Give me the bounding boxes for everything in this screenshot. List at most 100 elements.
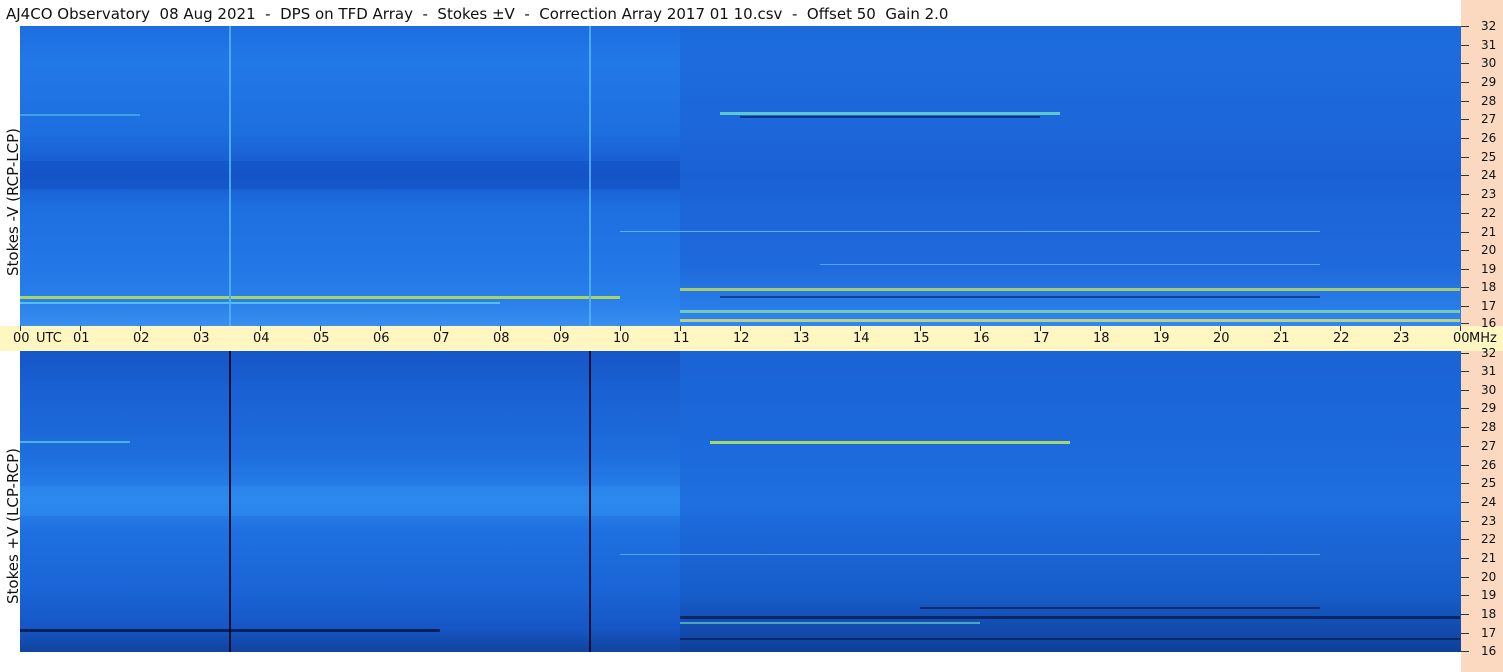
time-label-09: 09 [553, 331, 570, 346]
time-label-11: 11 [673, 331, 690, 346]
top-frequency-axis: 32 31 30 29 28 27 26 25 24 23 22 21 20 1… [1461, 0, 1503, 330]
time-tick [860, 326, 861, 331]
time-label-10: 10 [613, 331, 630, 346]
freq-tick [1461, 353, 1469, 354]
freq-tick [1461, 157, 1469, 158]
time-tick [1400, 326, 1401, 331]
freq-tick [1461, 323, 1469, 324]
time-tick [1460, 326, 1461, 331]
time-tick [680, 326, 681, 331]
freq-tick [1461, 119, 1469, 120]
freq-tick [1461, 175, 1469, 176]
freq-label: 16 [1481, 316, 1497, 330]
time-tick [20, 326, 21, 331]
freq-label: 24 [1481, 168, 1497, 182]
time-label-17: 17 [1033, 331, 1050, 346]
time-tick [1340, 326, 1341, 331]
freq-label: 19 [1481, 588, 1497, 602]
time-label-23: 23 [1393, 331, 1410, 346]
time-tick [440, 326, 441, 331]
freq-label: 29 [1481, 75, 1497, 89]
freq-tick [1461, 465, 1469, 466]
time-tick [80, 326, 81, 331]
window-title: AJ4CO Observatory 08 Aug 2021 - DPS on T… [6, 5, 949, 23]
freq-tick [1461, 287, 1469, 288]
time-tick [500, 326, 501, 331]
freq-label: 30 [1481, 56, 1497, 70]
freq-label: 22 [1481, 532, 1497, 546]
freq-tick [1461, 558, 1469, 559]
freq-label: 28 [1481, 420, 1497, 434]
freq-tick [1461, 306, 1469, 307]
time-tick [200, 326, 201, 331]
time-tick [980, 326, 981, 331]
top-spectrogram [20, 26, 1461, 326]
freq-tick [1461, 63, 1469, 64]
freq-tick [1461, 371, 1469, 372]
freq-label: 27 [1481, 439, 1497, 453]
freq-label: 26 [1481, 131, 1497, 145]
time-tick [140, 326, 141, 331]
freq-tick [1461, 595, 1469, 596]
freq-label: 23 [1481, 187, 1497, 201]
freq-tick [1461, 194, 1469, 195]
freq-tick [1461, 101, 1469, 102]
time-tick [1160, 326, 1161, 331]
time-label-21: 21 [1273, 331, 1290, 346]
freq-label: 21 [1481, 225, 1497, 239]
time-label-12: 12 [733, 331, 750, 346]
time-tick [1040, 326, 1041, 331]
freq-label: 28 [1481, 94, 1497, 108]
freq-label: 25 [1481, 476, 1497, 490]
time-label-13: 13 [793, 331, 810, 346]
freq-label: 27 [1481, 112, 1497, 126]
freq-tick [1461, 577, 1469, 578]
time-label-18: 18 [1093, 331, 1110, 346]
freq-label: 20 [1481, 570, 1497, 584]
freq-label: 17 [1481, 626, 1497, 640]
freq-label: 32 [1481, 19, 1497, 33]
freq-tick [1461, 138, 1469, 139]
time-label-02: 02 [133, 331, 150, 346]
freq-label: 22 [1481, 206, 1497, 220]
freq-tick [1461, 250, 1469, 251]
freq-label: 21 [1481, 551, 1497, 565]
time-label-01: 01 [73, 331, 90, 346]
bottom-frequency-axis: 32 31 30 29 28 27 26 25 24 23 22 21 20 1… [1461, 346, 1503, 672]
time-tick [1100, 326, 1101, 331]
freq-label: 25 [1481, 150, 1497, 164]
freq-label: 32 [1481, 346, 1497, 360]
freq-tick [1461, 390, 1469, 391]
freq-tick [1461, 82, 1469, 83]
freq-label: 20 [1481, 243, 1497, 257]
freq-tick [1461, 45, 1469, 46]
freq-label: 17 [1481, 299, 1497, 313]
freq-label: 18 [1481, 280, 1497, 294]
freq-label: 24 [1481, 495, 1497, 509]
time-label-20: 20 [1213, 331, 1230, 346]
time-tick [1280, 326, 1281, 331]
freq-tick [1461, 427, 1469, 428]
freq-label: 19 [1481, 262, 1497, 276]
freq-label: 31 [1481, 38, 1497, 52]
freq-tick [1461, 614, 1469, 615]
time-label-05: 05 [313, 331, 330, 346]
freq-tick [1461, 269, 1469, 270]
time-tick [560, 326, 561, 331]
time-tick [1220, 326, 1221, 331]
freq-label: 26 [1481, 458, 1497, 472]
time-tick [740, 326, 741, 331]
bottom-spectrogram-image [20, 351, 1461, 652]
time-tick [620, 326, 621, 331]
freq-label: 29 [1481, 401, 1497, 415]
time-label-14: 14 [853, 331, 870, 346]
time-tick [320, 326, 321, 331]
freq-tick [1461, 502, 1469, 503]
freq-tick [1461, 232, 1469, 233]
freq-label: 23 [1481, 514, 1497, 528]
time-label-06: 06 [373, 331, 390, 346]
freq-tick [1461, 651, 1469, 652]
time-label-16: 16 [973, 331, 990, 346]
freq-label: 16 [1481, 644, 1497, 658]
time-tick [260, 326, 261, 331]
